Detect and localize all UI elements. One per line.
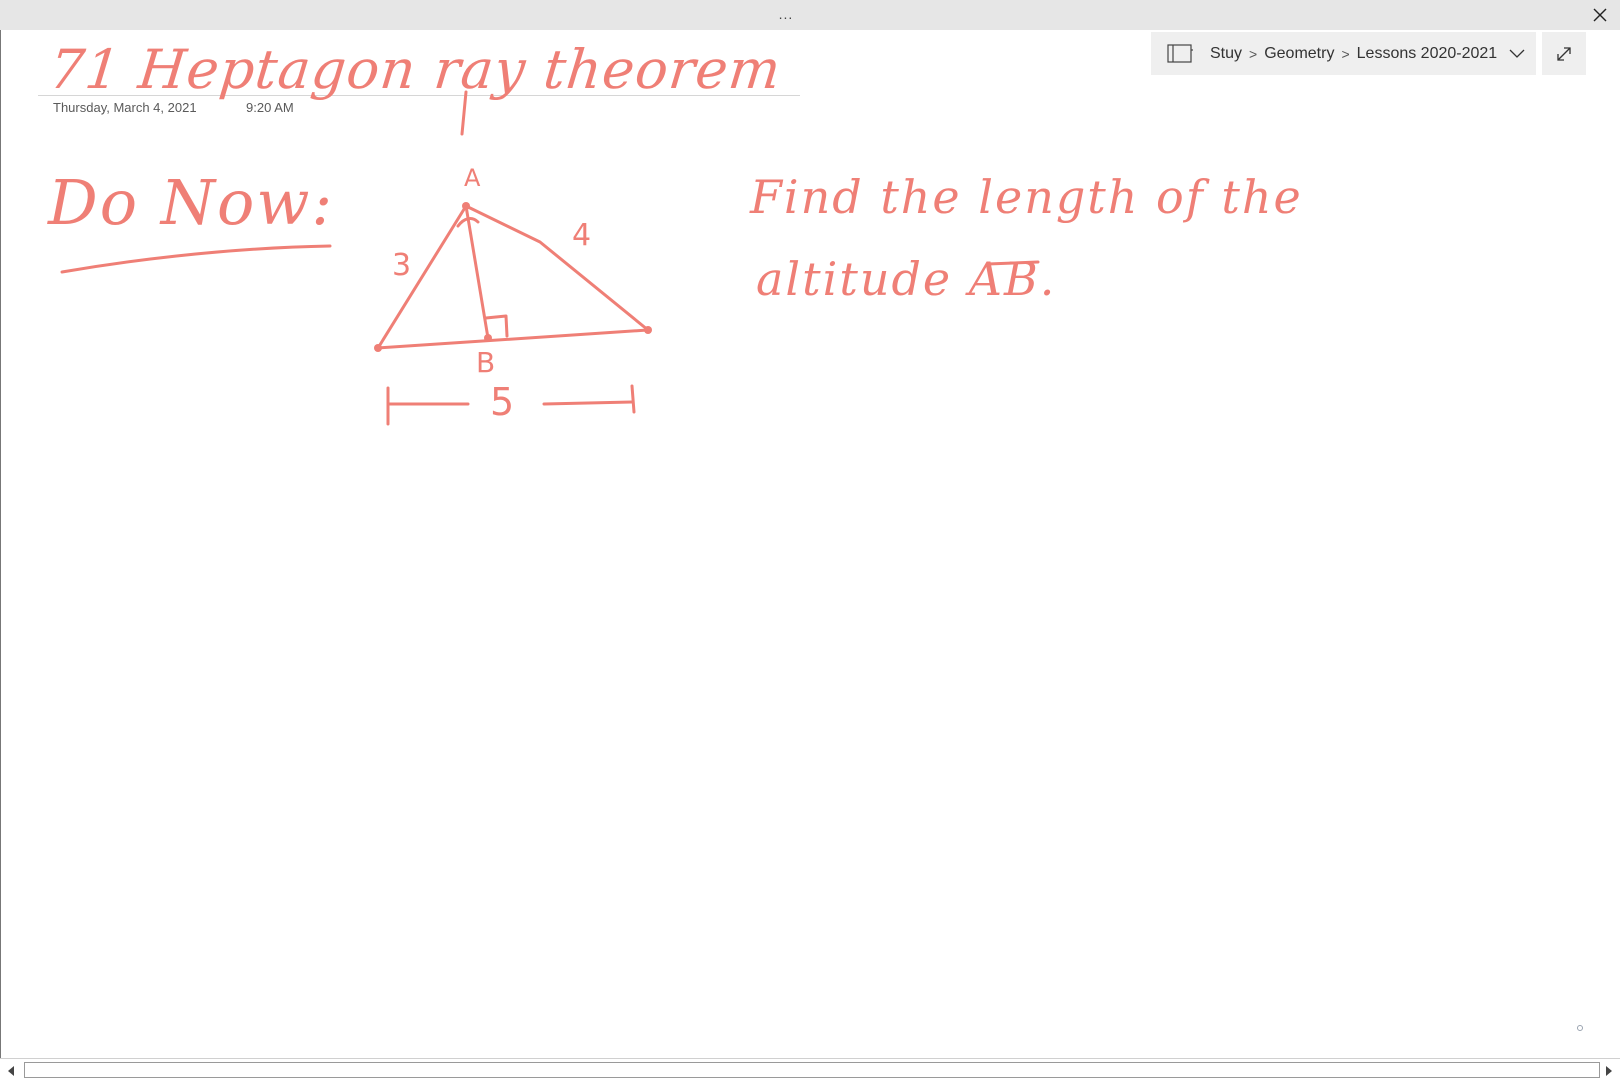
altitude-ab bbox=[464, 204, 490, 340]
canvas-marker bbox=[1577, 1025, 1583, 1031]
side-length-3-label: 3 bbox=[392, 248, 412, 283]
side-length-4-label: 4 bbox=[572, 218, 592, 253]
page-time: 9:20 AM bbox=[246, 100, 294, 115]
vertex-b-dot bbox=[484, 334, 492, 342]
onenote-window: ... Stuy > Geometry > Lessons 2020-2021 bbox=[0, 0, 1620, 1080]
dimension-right-tick bbox=[630, 384, 636, 414]
triangle-side-right bbox=[464, 204, 650, 332]
breadcrumb-separator: > bbox=[1341, 45, 1350, 62]
triangle-left-icon bbox=[8, 1066, 14, 1076]
scroll-right-button[interactable] bbox=[1600, 1062, 1618, 1080]
vertex-a-dot bbox=[462, 202, 470, 210]
vertex-b-label: B bbox=[476, 346, 496, 379]
notebook-breadcrumb[interactable]: Stuy > Geometry > Lessons 2020-2021 bbox=[1151, 32, 1536, 75]
horizontal-scrollbar[interactable] bbox=[0, 1058, 1620, 1080]
title-bar: ... bbox=[0, 0, 1620, 30]
close-button[interactable] bbox=[1580, 0, 1620, 30]
breadcrumb-separator: > bbox=[1249, 45, 1258, 62]
breadcrumb-path: Stuy > Geometry > Lessons 2020-2021 bbox=[1210, 45, 1497, 63]
do-now-heading: Do Now: bbox=[48, 166, 335, 239]
breadcrumb-section-group[interactable]: Geometry bbox=[1264, 45, 1334, 63]
triangle-right-icon bbox=[1606, 1066, 1612, 1076]
right-angle-mark bbox=[484, 314, 509, 338]
breadcrumb-section[interactable]: Lessons 2020-2021 bbox=[1357, 45, 1498, 63]
vertex-right-dot bbox=[644, 326, 652, 334]
dimension-right-line bbox=[542, 400, 634, 406]
vertex-a-arc bbox=[456, 217, 480, 228]
triangle-base bbox=[376, 328, 650, 350]
do-now-underline bbox=[60, 244, 332, 274]
question-text-line2: altitude AB. bbox=[756, 252, 1057, 306]
expand-icon bbox=[1557, 46, 1571, 61]
scroll-left-button[interactable] bbox=[2, 1062, 20, 1080]
scroll-thumb[interactable] bbox=[24, 1062, 1600, 1078]
chevron-down-icon[interactable] bbox=[1509, 49, 1525, 59]
page-date: Thursday, March 4, 2021 bbox=[53, 100, 197, 115]
close-icon bbox=[1593, 8, 1607, 22]
base-length-5-label: 5 bbox=[490, 380, 515, 424]
page-title[interactable]: 71 Heptagon ray theorem bbox=[47, 38, 785, 101]
notebook-icon[interactable] bbox=[1167, 43, 1193, 64]
ink-drawing bbox=[60, 90, 1040, 426]
expand-button[interactable] bbox=[1542, 32, 1586, 75]
breadcrumb-notebook[interactable]: Stuy bbox=[1210, 45, 1242, 63]
vertex-a-label: A bbox=[464, 164, 481, 192]
vertex-left-dot bbox=[374, 344, 382, 352]
question-text-line1: Find the length of the bbox=[750, 170, 1303, 224]
window-left-border bbox=[0, 30, 1, 1080]
more-options-button[interactable]: ... bbox=[770, 2, 802, 26]
